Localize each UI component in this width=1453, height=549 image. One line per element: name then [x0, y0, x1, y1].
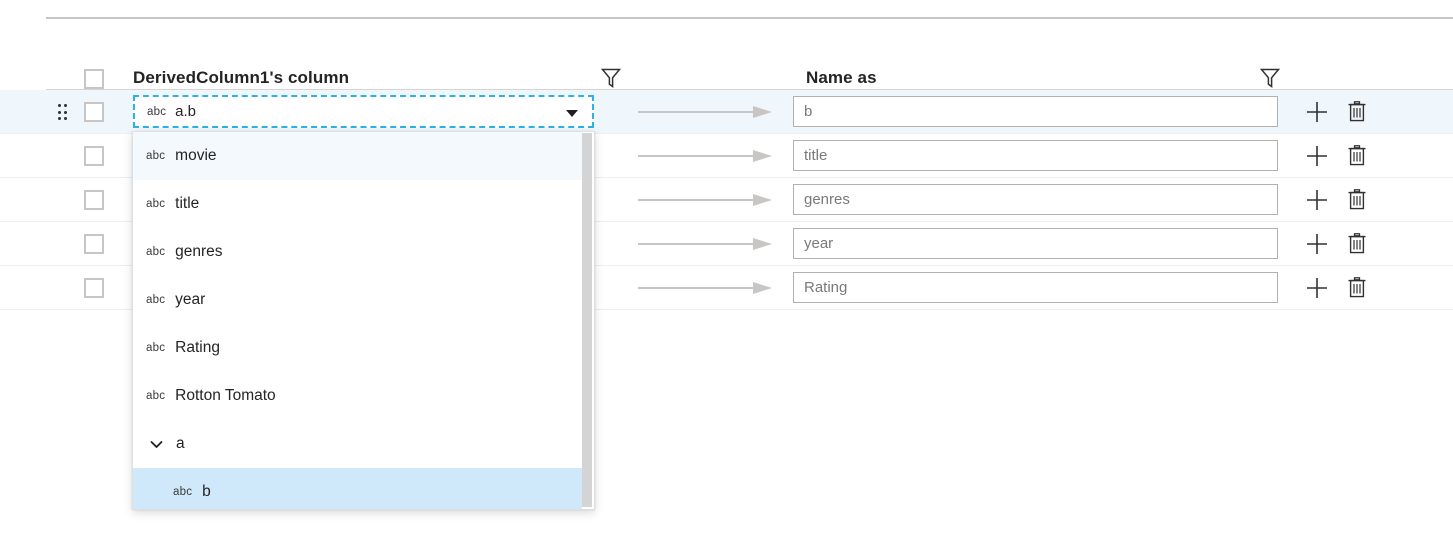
source-column-header: DerivedColumn1's column: [133, 68, 349, 88]
plus-icon[interactable]: [1305, 232, 1329, 256]
source-column-dropdown[interactable]: abcmovieabctitleabcgenresabcyearabcRatin…: [132, 131, 595, 510]
mapping-arrow-icon: [638, 281, 773, 295]
dropdown-option-label: genres: [175, 243, 222, 261]
dropdown-option[interactable]: abc title: [133, 180, 584, 228]
data-type-icon: abc: [146, 342, 165, 354]
mapping-arrow-icon: [638, 149, 773, 163]
data-type-icon: abc: [146, 246, 165, 258]
filter-icon[interactable]: [1259, 66, 1281, 90]
row-checkbox[interactable]: [84, 146, 104, 166]
dropdown-option[interactable]: abc movie: [133, 132, 584, 180]
row-checkbox[interactable]: [84, 278, 104, 298]
row-checkbox[interactable]: [84, 234, 104, 254]
target-column-header: Name as: [806, 68, 877, 88]
table-row[interactable]: abc a.b: [0, 90, 1453, 134]
data-type-icon: abc: [146, 294, 165, 306]
mapping-arrow-icon: [638, 193, 773, 207]
trash-icon[interactable]: [1345, 144, 1369, 168]
trash-icon[interactable]: [1345, 276, 1369, 300]
dropdown-scrollbar[interactable]: [582, 132, 593, 509]
name-as-input[interactable]: [793, 272, 1278, 303]
dropdown-option-label: title: [175, 195, 199, 213]
chevron-down-icon[interactable]: [566, 110, 578, 117]
data-type-icon: abc: [173, 486, 192, 498]
name-as-input[interactable]: [793, 228, 1278, 259]
select-all-checkbox[interactable]: [84, 69, 104, 89]
name-as-input[interactable]: [793, 96, 1278, 127]
top-toolbar-strip: Output column name mapping Output column…: [0, 0, 1453, 7]
dropdown-option-label: year: [175, 291, 205, 309]
mapping-arrow-icon: [638, 237, 773, 251]
dropdown-option-list: abcmovieabctitleabcgenresabcyearabcRatin…: [133, 132, 594, 510]
name-as-input[interactable]: [793, 184, 1278, 215]
dropdown-option-label: b: [202, 483, 211, 501]
dropdown-option[interactable]: abcb: [133, 468, 584, 510]
row-checkbox[interactable]: [84, 190, 104, 210]
data-type-icon: abc: [147, 106, 166, 118]
source-column-combobox[interactable]: abc a.b: [133, 95, 594, 128]
data-type-icon: abc: [146, 150, 165, 162]
dropdown-option-label: Rating: [175, 339, 220, 357]
plus-icon[interactable]: [1305, 100, 1329, 124]
name-as-input[interactable]: [793, 140, 1278, 171]
dropdown-group-label: a: [176, 435, 185, 453]
plus-icon[interactable]: [1305, 144, 1329, 168]
chevron-down-icon[interactable]: [149, 437, 164, 452]
plus-icon[interactable]: [1305, 188, 1329, 212]
row-checkbox[interactable]: [84, 102, 104, 122]
dropdown-option[interactable]: abcyear: [133, 276, 584, 324]
dropdown-option[interactable]: abc genres: [133, 228, 584, 276]
plus-icon[interactable]: [1305, 276, 1329, 300]
mapping-arrow-icon: [638, 105, 773, 119]
source-column-value: a.b: [175, 103, 196, 120]
dropdown-option[interactable]: abc Rotton Tomato: [133, 372, 584, 420]
dropdown-option-label: Rotton Tomato: [175, 387, 276, 405]
header-top-divider: [46, 17, 1453, 19]
dropdown-scrollbar-thumb[interactable]: [582, 133, 592, 507]
data-type-icon: abc: [146, 390, 165, 402]
trash-icon[interactable]: [1345, 232, 1369, 256]
dropdown-option-label: movie: [175, 147, 216, 165]
trash-icon[interactable]: [1345, 188, 1369, 212]
trash-icon[interactable]: [1345, 100, 1369, 124]
column-header-row: DerivedColumn1's column Name as: [0, 22, 1453, 80]
drag-handle-icon[interactable]: [58, 104, 67, 120]
filter-icon[interactable]: [600, 66, 622, 90]
dropdown-option[interactable]: a: [133, 420, 584, 468]
dropdown-option[interactable]: abc Rating: [133, 324, 584, 372]
data-type-icon: abc: [146, 198, 165, 210]
